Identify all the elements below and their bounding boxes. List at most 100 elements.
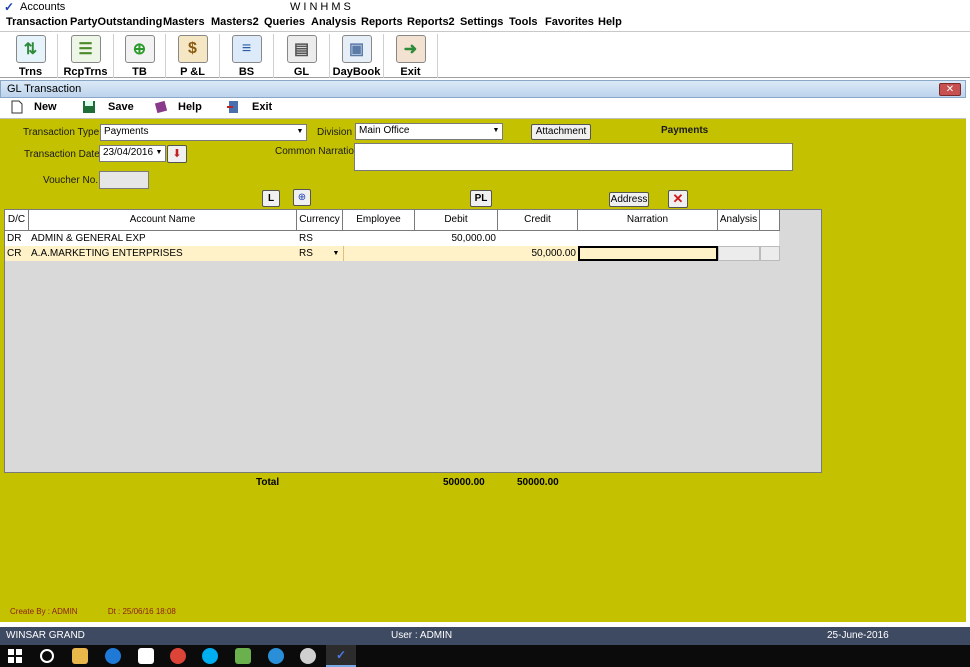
windows-taskbar: ✓ xyxy=(0,645,970,667)
transaction-type-select[interactable]: Payments ▼ xyxy=(100,124,307,141)
app-icon[interactable] xyxy=(235,648,251,664)
app-globe-icon[interactable] xyxy=(268,648,284,664)
cell-credit[interactable]: 50,000.00 xyxy=(498,246,578,261)
new-button[interactable]: New xyxy=(34,101,57,113)
transaction-grid: D/C Account Name Currency Employee Debit… xyxy=(4,209,822,473)
menu-masters2[interactable]: Masters2 xyxy=(211,16,259,28)
attachment-button[interactable]: Attachment xyxy=(531,124,591,140)
chevron-down-icon: ▼ xyxy=(296,128,304,135)
menu-help[interactable]: Help xyxy=(598,16,622,28)
status-bar: WINSAR GRAND User : ADMIN 25-June-2016 xyxy=(0,627,970,645)
menu-partyoutstanding[interactable]: PartyOutstanding xyxy=(70,16,162,28)
toolbar-trns-button[interactable]: ⇅ Trns xyxy=(4,34,58,78)
col-narration: Narration xyxy=(578,210,718,231)
toolbar-gl-button[interactable]: ▤ GL xyxy=(274,34,330,78)
col-credit: Credit xyxy=(498,210,578,231)
ledger-icon: ▤ xyxy=(286,35,317,63)
file-explorer-icon[interactable] xyxy=(72,648,88,664)
daybook-icon: ▣ xyxy=(341,35,372,63)
cell-dc: DR xyxy=(7,233,22,244)
save-icon xyxy=(83,101,95,113)
menu-transaction[interactable]: Transaction xyxy=(6,16,68,28)
total-credit: 50000.00 xyxy=(517,477,559,488)
table-row[interactable]: DR ADMIN & GENERAL EXP RS 50,000.00 xyxy=(5,231,779,246)
help-button[interactable]: Help xyxy=(178,101,202,113)
transaction-mode-label: Payments xyxy=(661,125,709,136)
cell-narration-active[interactable] xyxy=(578,246,718,261)
address-button[interactable]: Address xyxy=(609,192,649,207)
cell-currency: RS xyxy=(299,248,313,259)
paint-icon[interactable] xyxy=(300,648,316,664)
balance-sheet-icon: ≡ xyxy=(231,35,262,63)
cell-account: ADMIN & GENERAL EXP xyxy=(31,233,146,244)
transaction-type-label: Transaction Type xyxy=(23,127,100,138)
close-icon[interactable]: ✕ xyxy=(939,83,961,96)
toolbar-exit-button[interactable]: ➜ Exit xyxy=(384,34,438,78)
app-name: Accounts xyxy=(20,1,66,13)
col-dc: D/C xyxy=(5,210,29,231)
status-date: 25-June-2016 xyxy=(827,630,889,641)
search-add-icon[interactable]: ⊕ xyxy=(293,189,311,206)
delete-x-icon[interactable]: ✕ xyxy=(668,190,688,208)
toolbar-bs-button[interactable]: ≡ BS xyxy=(220,34,274,78)
pl-button[interactable]: PL xyxy=(470,190,492,207)
calendar-icon[interactable]: ⬇ xyxy=(167,145,187,163)
created-date: Dt : 25/06/16 18:08 xyxy=(107,607,176,616)
transaction-date-label: Transaction Date xyxy=(24,149,100,160)
chevron-down-icon[interactable]: ▼ xyxy=(329,246,343,261)
division-label: Division xyxy=(317,127,353,138)
store-icon[interactable] xyxy=(138,648,154,664)
cell-extra[interactable] xyxy=(760,246,780,261)
menu-favorites[interactable]: Favorites xyxy=(545,16,594,28)
col-extra xyxy=(760,210,780,231)
accounts-app-icon[interactable]: ✓ xyxy=(326,645,356,667)
col-account-name: Account Name xyxy=(29,210,297,231)
cell-analysis[interactable] xyxy=(718,246,760,261)
toolbar-rcptrns-button[interactable]: ☰ RcpTrns xyxy=(58,34,114,78)
menu-reports2[interactable]: Reports2 xyxy=(407,16,455,28)
skype-icon[interactable] xyxy=(202,648,218,664)
menu-tools[interactable]: Tools xyxy=(509,16,538,28)
cell-narration xyxy=(578,231,718,246)
voucher-no-field xyxy=(99,171,149,189)
save-button[interactable]: Save xyxy=(108,101,134,113)
cell-employee[interactable] xyxy=(343,246,415,261)
toolbar-daybook-button[interactable]: ▣ DayBook xyxy=(330,34,384,78)
voucher-no-label: Voucher No. xyxy=(43,175,99,186)
audit-info: Create By : ADMIN Dt : 25/06/16 18:08 xyxy=(10,607,176,616)
menu-masters[interactable]: Masters xyxy=(163,16,205,28)
col-currency: Currency xyxy=(297,210,343,231)
division-select[interactable]: Main Office ▼ xyxy=(355,123,503,140)
gl-transaction-form: Transaction Type Payments ▼ Division Mai… xyxy=(0,119,966,622)
toolbar-pl-button[interactable]: $ P &L xyxy=(166,34,220,78)
cell-currency: RS xyxy=(299,233,313,244)
company-name: WINSAR GRAND xyxy=(6,630,85,641)
trial-balance-icon: ⊕ xyxy=(124,35,155,63)
cell-employee xyxy=(343,231,415,246)
exit-button[interactable]: Exit xyxy=(252,101,272,113)
edge-icon[interactable] xyxy=(105,648,121,664)
chrome-icon[interactable] xyxy=(170,648,186,664)
center-title: WINHMS xyxy=(290,1,354,13)
cell-credit xyxy=(498,231,578,246)
menu-bar: Transaction PartyOutstanding Masters Mas… xyxy=(0,14,970,31)
col-analysis: Analysis xyxy=(718,210,760,231)
common-narration-input[interactable] xyxy=(354,143,793,171)
cell-dc: CR xyxy=(7,248,22,259)
table-row[interactable]: CR A.A.MARKETING ENTERPRISES RS ▼ 50,000… xyxy=(5,246,780,261)
current-user: User : ADMIN xyxy=(391,630,453,641)
menu-analysis[interactable]: Analysis xyxy=(311,16,356,28)
menu-reports[interactable]: Reports xyxy=(361,16,403,28)
transaction-date-field[interactable]: 23/04/2016 ▼ xyxy=(99,145,166,162)
col-debit: Debit xyxy=(415,210,498,231)
cell-debit[interactable] xyxy=(415,246,498,261)
toolbar-tb-button[interactable]: ⊕ TB xyxy=(114,34,166,78)
cell-debit: 50,000.00 xyxy=(451,233,497,244)
search-icon[interactable] xyxy=(40,649,54,663)
menu-queries[interactable]: Queries xyxy=(264,16,305,28)
menu-settings[interactable]: Settings xyxy=(460,16,503,28)
exit-icon xyxy=(227,101,238,113)
windows-start-icon[interactable] xyxy=(8,649,22,663)
total-debit: 50000.00 xyxy=(443,477,485,488)
l-button[interactable]: L xyxy=(262,190,280,207)
